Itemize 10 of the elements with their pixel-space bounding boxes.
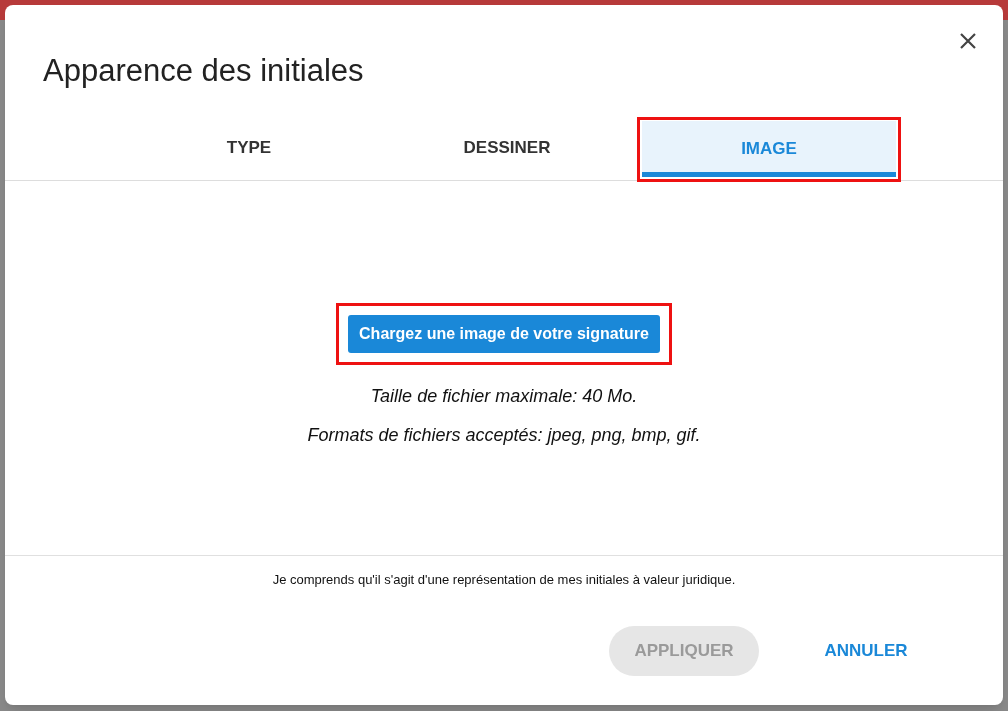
close-icon[interactable]	[958, 31, 978, 51]
legal-disclaimer: Je comprends qu'il s'agit d'une représentation de mes initiales à valeur juridique.	[272, 571, 736, 589]
tab[interactable]: DESSINER	[380, 120, 634, 176]
file-info-text: Formats de fichiers acceptés: jpeg, png, bmp, gif.	[307, 424, 701, 447]
tab[interactable]: IMAGE	[642, 121, 896, 177]
dialog-title: Apparence des initiales	[43, 55, 364, 86]
upload-image-button[interactable]: Chargez une image de votre signature	[348, 315, 660, 353]
tab[interactable]: TYPE	[122, 120, 376, 176]
cancel-button[interactable]: ANNULER	[791, 625, 941, 676]
file-info-text: Taille de fichier maximale: 40 Mo.	[370, 385, 638, 408]
